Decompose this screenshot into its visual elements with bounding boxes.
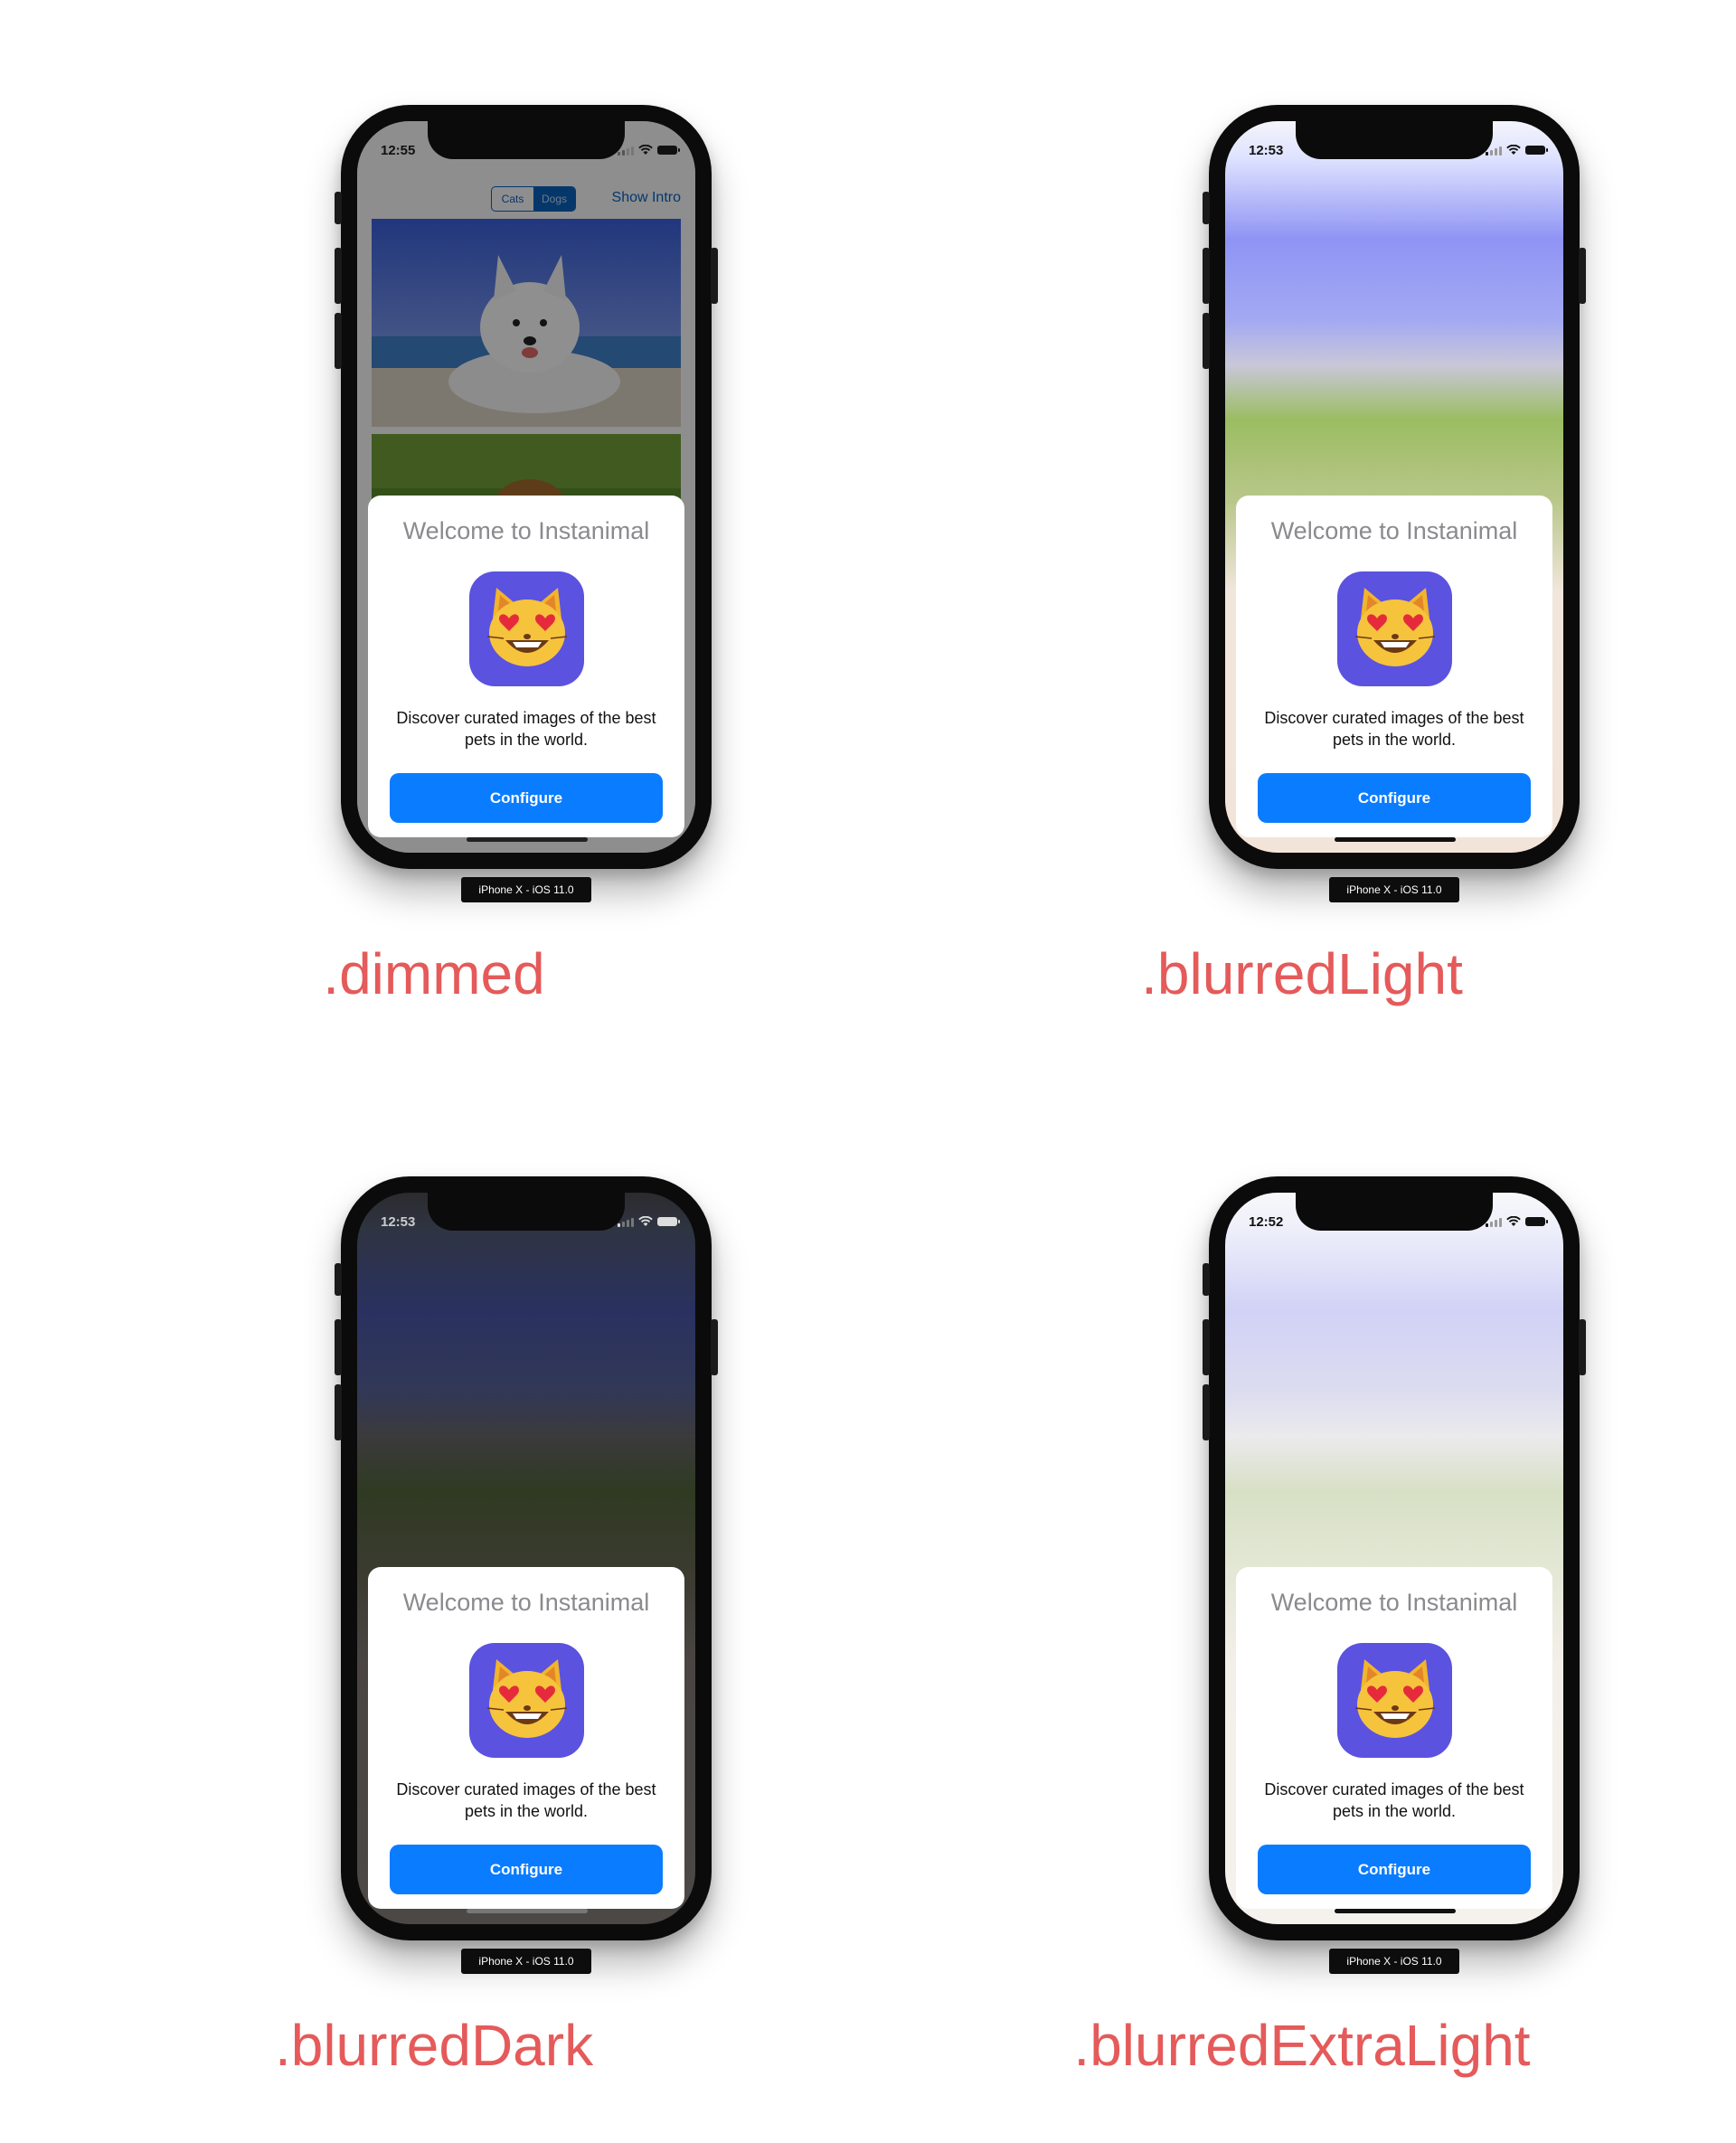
power-button — [1579, 1319, 1586, 1375]
volume-up-button — [335, 1319, 342, 1375]
status-time: 12:55 — [381, 143, 416, 158]
configure-button[interactable]: Configure — [390, 773, 663, 823]
battery-icon — [657, 146, 680, 155]
wifi-icon — [1506, 1216, 1521, 1226]
silent-switch — [1203, 1263, 1210, 1296]
app-icon — [469, 1643, 584, 1758]
wifi-icon — [1506, 145, 1521, 155]
style-caption: .blurredLight — [1141, 941, 1463, 1006]
card-description: Discover curated images of the best pets… — [396, 709, 656, 749]
app-icon — [469, 571, 584, 686]
card-title: Welcome to Instanimal — [402, 1589, 650, 1616]
iphone-frame: Cats Dogs Show Intro 12:55 Welcome to In… — [335, 105, 718, 869]
home-indicator[interactable] — [1335, 1909, 1456, 1913]
card-description: Discover curated images of the best pets… — [1264, 709, 1524, 749]
status-icons — [1486, 1216, 1548, 1227]
card-description: Discover curated images of the best pets… — [1264, 1780, 1524, 1820]
screen: 12:52 Welcome to Instanimal Discover cur… — [1225, 1193, 1563, 1924]
card-title: Welcome to Instanimal — [1270, 517, 1518, 544]
configure-button[interactable]: Configure — [390, 1845, 663, 1894]
configure-button[interactable]: Configure — [1258, 773, 1531, 823]
silent-switch — [1203, 192, 1210, 224]
volume-down-button — [335, 313, 342, 369]
battery-icon — [657, 1217, 680, 1226]
status-time: 12:53 — [381, 1214, 416, 1230]
iphone-frame: 12:53 Welcome to Instanimal Discover cur… — [1203, 105, 1586, 869]
panel-blurred-light: 12:53 Welcome to Instanimal Discover cur… — [868, 0, 1736, 1072]
heart-eyes-cat-icon — [1354, 588, 1436, 666]
notch — [1296, 121, 1493, 159]
battery-icon — [1525, 146, 1548, 155]
silent-switch — [335, 1263, 342, 1296]
home-indicator[interactable] — [467, 837, 588, 842]
device-label: iPhone X - iOS 11.0 — [461, 877, 591, 902]
style-caption: .blurredDark — [274, 2013, 594, 2078]
volume-down-button — [335, 1384, 342, 1440]
volume-up-button — [1203, 248, 1210, 304]
silent-switch — [335, 192, 342, 224]
notch — [428, 1193, 625, 1231]
volume-up-button — [1203, 1319, 1210, 1375]
panel-dimmed: Cats Dogs Show Intro 12:55 Welcome to In… — [0, 0, 868, 1072]
screen: Cats Dogs Show Intro 12:55 Welcome to In… — [357, 121, 695, 853]
status-time: 12:52 — [1249, 1214, 1284, 1230]
style-caption: .dimmed — [323, 941, 545, 1006]
notch — [428, 121, 625, 159]
heart-eyes-cat-icon — [1354, 1659, 1436, 1738]
volume-up-button — [335, 248, 342, 304]
home-indicator[interactable] — [467, 1909, 588, 1913]
status-icons — [618, 145, 680, 156]
card-title: Welcome to Instanimal — [402, 517, 650, 544]
status-icons — [1486, 145, 1548, 156]
status-time: 12:53 — [1249, 143, 1284, 158]
heart-eyes-cat-icon — [486, 588, 568, 666]
panel-blurred-dark: 12:53 Welcome to Instanimal Discover cur… — [0, 1072, 868, 2143]
intro-card: Welcome to Instanimal Discover curated i… — [368, 1567, 684, 1909]
volume-down-button — [1203, 1384, 1210, 1440]
intro-card: Welcome to Instanimal Discover curated i… — [1236, 496, 1552, 837]
app-icon — [1337, 571, 1452, 686]
iphone-frame: 12:52 Welcome to Instanimal Discover cur… — [1203, 1176, 1586, 1940]
app-icon — [1337, 1643, 1452, 1758]
device-label: iPhone X - iOS 11.0 — [1329, 877, 1459, 902]
volume-down-button — [1203, 313, 1210, 369]
device-label: iPhone X - iOS 11.0 — [461, 1949, 591, 1974]
wifi-icon — [638, 1216, 653, 1226]
iphone-frame: 12:53 Welcome to Instanimal Discover cur… — [335, 1176, 718, 1940]
intro-card: Welcome to Instanimal Discover curated i… — [368, 496, 684, 837]
style-caption: .blurredExtraLight — [1073, 2013, 1531, 2078]
wifi-icon — [638, 145, 653, 155]
card-description: Discover curated images of the best pets… — [396, 1780, 656, 1820]
heart-eyes-cat-icon — [486, 1659, 568, 1738]
notch — [1296, 1193, 1493, 1231]
battery-icon — [1525, 1217, 1548, 1226]
intro-card: Welcome to Instanimal Discover curated i… — [1236, 1567, 1552, 1909]
panel-blurred-extra-light: 12:52 Welcome to Instanimal Discover cur… — [868, 1072, 1736, 2143]
power-button — [711, 1319, 718, 1375]
screen: 12:53 Welcome to Instanimal Discover cur… — [1225, 121, 1563, 853]
screen: 12:53 Welcome to Instanimal Discover cur… — [357, 1193, 695, 1924]
device-label: iPhone X - iOS 11.0 — [1329, 1949, 1459, 1974]
status-icons — [618, 1216, 680, 1227]
power-button — [711, 248, 718, 304]
configure-button[interactable]: Configure — [1258, 1845, 1531, 1894]
card-title: Welcome to Instanimal — [1270, 1589, 1518, 1616]
home-indicator[interactable] — [1335, 837, 1456, 842]
power-button — [1579, 248, 1586, 304]
